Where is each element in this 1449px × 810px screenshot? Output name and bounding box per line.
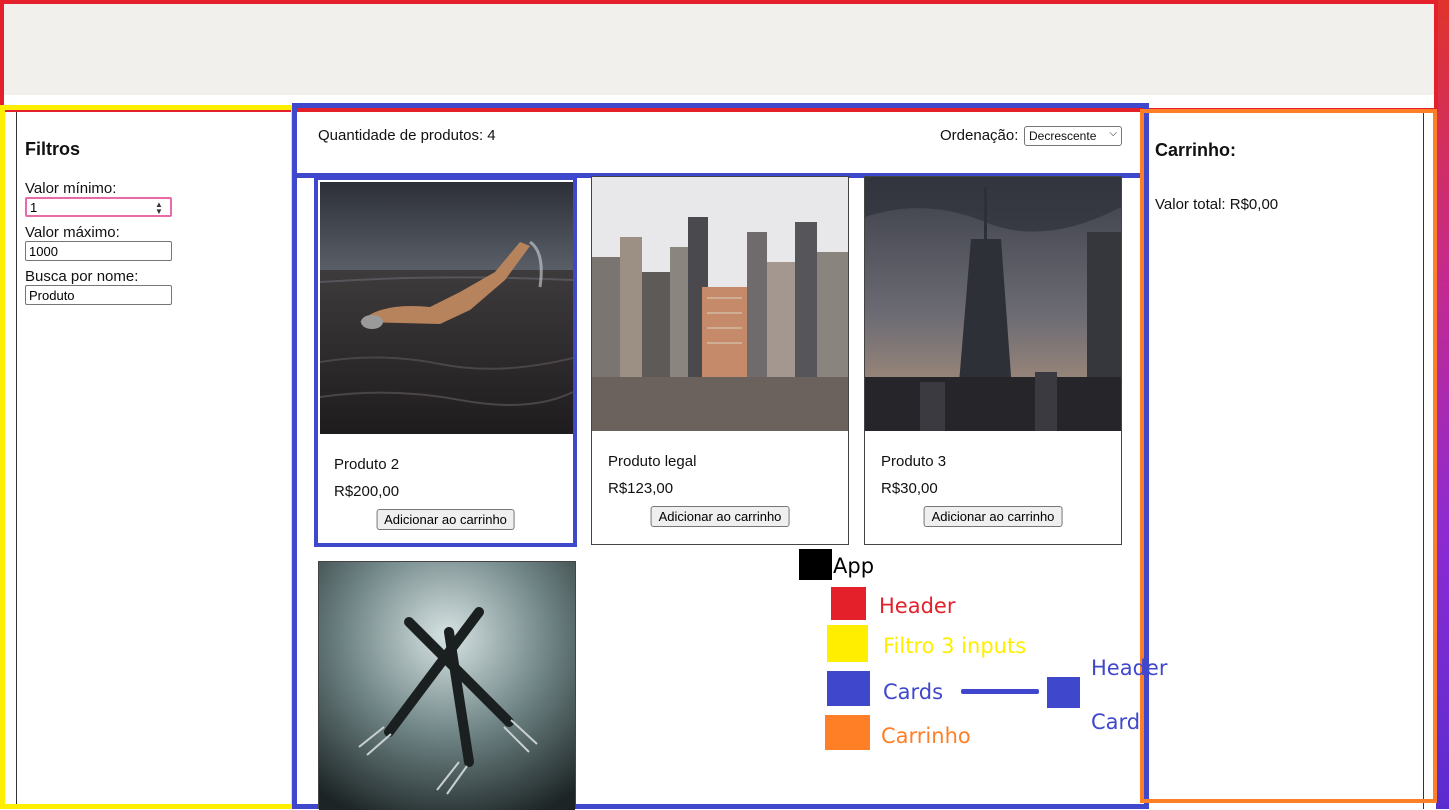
legend-swatch-app xyxy=(799,549,832,580)
min-value-input[interactable] xyxy=(25,197,172,217)
product-name: Produto 3 xyxy=(881,453,947,470)
sort-select[interactable]: Decrescente ⌵ xyxy=(1024,126,1122,146)
swimmer-photo xyxy=(320,182,573,434)
max-value-label: Valor máximo: xyxy=(25,224,120,241)
legend-label-cart: Carrinho xyxy=(881,724,971,748)
city-skyline-photo xyxy=(592,177,848,431)
legend-label-sub-header: Header xyxy=(1091,656,1168,680)
product-card: Produto 2 R$200,00 Adicionar ao carrinho xyxy=(314,176,577,547)
legend-label-header: Header xyxy=(879,594,956,618)
legend-swatch-cart xyxy=(825,715,870,750)
cart-outline xyxy=(1140,109,1437,803)
min-value-label: Valor mínimo: xyxy=(25,180,117,197)
product-card: Produto legal R$123,00 Adicionar ao carr… xyxy=(591,176,849,545)
legend-swatch-sub xyxy=(1047,677,1080,708)
cart-title: Carrinho: xyxy=(1155,140,1236,160)
add-to-cart-button[interactable]: Adicionar ao carrinho xyxy=(650,506,790,527)
legend-swatch-header xyxy=(831,587,866,620)
product-card: Produto 3 R$30,00 Adicionar ao carrinho xyxy=(864,176,1122,545)
legend-swatch-cards xyxy=(827,671,870,706)
legend-label-cards: Cards xyxy=(883,680,944,704)
sort-label: Ordenação: xyxy=(940,127,1019,144)
legend-swatch-filter xyxy=(827,625,868,662)
legend-connector-line xyxy=(961,689,1039,694)
product-count: Quantidade de produtos: 4 xyxy=(318,127,496,144)
chevron-down-icon: ⌵ xyxy=(1109,128,1117,139)
product-price: R$30,00 xyxy=(881,480,938,497)
product-price: R$200,00 xyxy=(334,483,400,500)
legend-label-app: App xyxy=(833,554,875,578)
product-card xyxy=(318,561,576,810)
cart-total: Valor total: R$0,00 xyxy=(1155,196,1279,213)
search-name-input[interactable] xyxy=(25,285,172,305)
search-name-label: Busca por nome: xyxy=(25,268,139,285)
legend-label-sub-card: Card xyxy=(1091,710,1141,734)
tower-photo xyxy=(865,177,1121,431)
product-price: R$123,00 xyxy=(608,480,674,497)
legend-label-filter: Filtro 3 inputs xyxy=(883,634,1027,658)
forks-photo xyxy=(319,562,575,810)
spinner-arrows-icon[interactable]: ▲ ▼ xyxy=(155,201,163,216)
filter-title: Filtros xyxy=(25,139,81,159)
max-value-input[interactable] xyxy=(25,241,172,261)
sort-selected-value: Decrescente xyxy=(1029,129,1097,143)
product-name: Produto 2 xyxy=(334,456,400,473)
gradient-edge xyxy=(1436,0,1449,809)
header-outline xyxy=(0,0,1438,112)
add-to-cart-button[interactable]: Adicionar ao carrinho xyxy=(376,509,515,530)
product-name: Produto legal xyxy=(608,453,697,470)
filter-panel: Filtros Valor mínimo: Valor máximo: Busc… xyxy=(25,139,172,305)
add-to-cart-button[interactable]: Adicionar ao carrinho xyxy=(923,506,1063,527)
